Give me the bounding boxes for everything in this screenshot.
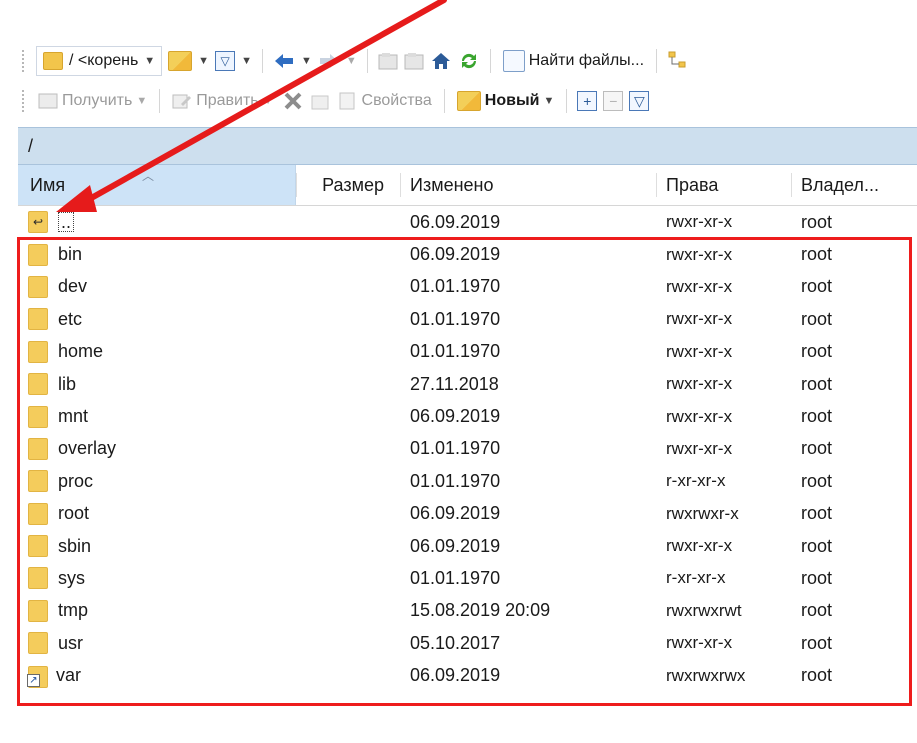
toolbar-separator xyxy=(566,89,568,113)
properties-icon xyxy=(338,92,358,110)
select-all-icon[interactable]: + xyxy=(577,91,598,111)
chevron-down-icon[interactable]: ▼ xyxy=(198,55,209,67)
column-header-name[interactable]: Имя ︿ xyxy=(18,165,296,205)
file-name: .. xyxy=(58,212,75,233)
search-icon xyxy=(502,50,525,72)
toolbar-separator xyxy=(443,89,445,113)
current-path: / xyxy=(28,135,34,156)
tree-icon[interactable] xyxy=(667,50,689,72)
delete-icon[interactable] xyxy=(282,90,304,112)
toolbar-separator xyxy=(656,49,658,73)
navigation-toolbar: / <корень ▼ ▼ ▽ ▼ ▼ ▼ Найти файлы... xyxy=(18,44,917,78)
new-button[interactable]: Новый ▼ xyxy=(455,86,557,116)
filter-select-icon[interactable]: ▽ xyxy=(629,91,650,111)
column-header-modified[interactable]: Изменено xyxy=(400,165,656,205)
root-folder-icon[interactable] xyxy=(404,52,424,70)
new-folder-icon xyxy=(456,91,481,111)
permissions-cell: rwxr-xr-x xyxy=(666,212,733,232)
parent-folder-icon[interactable] xyxy=(378,52,398,70)
new-label: Новый xyxy=(484,92,540,109)
parent-directory-icon: ↩ xyxy=(28,211,48,234)
actions-toolbar: Получить ▼ Править ▼ Свойства Новый ▼ + … xyxy=(18,84,917,118)
filter-icon[interactable]: ▽ xyxy=(215,51,236,71)
owner-cell: root xyxy=(801,211,833,232)
toolbar-separator xyxy=(261,49,263,73)
column-header-owner-label: Владел... xyxy=(801,174,879,195)
back-arrow-icon[interactable] xyxy=(273,52,295,70)
sort-indicator-icon: ︿ xyxy=(142,169,155,183)
column-header-size-label: Размер xyxy=(322,174,384,195)
refresh-icon[interactable] xyxy=(458,50,480,72)
edit-label: Править xyxy=(196,92,259,109)
toolbar-grip[interactable] xyxy=(22,50,30,72)
current-path-bar[interactable]: / xyxy=(18,127,917,165)
highlight-box xyxy=(17,237,912,706)
download-icon xyxy=(38,92,58,110)
modified-cell: 06.09.2019 xyxy=(410,211,501,232)
properties-label: Свойства xyxy=(361,92,432,109)
table-row[interactable]: ↩ .. 06.09.2019 rwxr-xr-x root xyxy=(18,206,917,238)
chevron-down-icon[interactable]: ▼ xyxy=(144,55,155,67)
path-combo-label: / <корень xyxy=(69,52,139,69)
column-header-name-label: Имя xyxy=(30,174,66,195)
column-header-permissions-label: Права xyxy=(666,174,719,195)
edit-icon xyxy=(172,92,192,110)
path-combo[interactable]: / <корень ▼ xyxy=(36,46,163,76)
chevron-down-icon[interactable]: ▼ xyxy=(263,95,274,107)
file-manager-window: / <корень ▼ ▼ ▽ ▼ ▼ ▼ Найти файлы... Пол… xyxy=(0,0,917,743)
unselect-all-icon[interactable]: − xyxy=(603,91,624,111)
properties-button[interactable]: Свойства xyxy=(336,86,434,116)
column-header-modified-label: Изменено xyxy=(410,174,494,195)
get-button[interactable]: Получить ▼ xyxy=(36,86,149,116)
toolbar-separator xyxy=(366,49,368,73)
column-header-owner[interactable]: Владел... xyxy=(791,165,917,205)
file-list-header: Имя ︿ Размер Изменено Права Владел... xyxy=(18,165,917,206)
toolbar-separator xyxy=(489,49,491,73)
find-files-button[interactable]: Найти файлы... xyxy=(501,46,646,76)
toolbar-grip[interactable] xyxy=(22,90,30,112)
column-header-size[interactable]: Размер xyxy=(297,165,392,205)
folder-icon xyxy=(43,52,63,70)
file-name-cell: ↩ .. xyxy=(28,206,298,238)
chevron-down-icon[interactable]: ▼ xyxy=(301,55,312,67)
get-label: Получить xyxy=(62,92,133,109)
find-files-label: Найти файлы... xyxy=(528,52,645,69)
open-folder-icon[interactable] xyxy=(168,51,193,71)
rename-icon[interactable] xyxy=(310,91,330,111)
chevron-down-icon[interactable]: ▼ xyxy=(241,55,252,67)
chevron-down-icon[interactable]: ▼ xyxy=(543,95,554,107)
edit-button[interactable]: Править ▼ xyxy=(170,86,275,116)
chevron-down-icon[interactable]: ▼ xyxy=(346,55,357,67)
column-header-permissions[interactable]: Права xyxy=(656,165,783,205)
chevron-down-icon[interactable]: ▼ xyxy=(136,95,147,107)
forward-arrow-icon[interactable] xyxy=(318,52,340,70)
home-icon[interactable] xyxy=(430,51,452,71)
toolbar-separator xyxy=(159,89,161,113)
